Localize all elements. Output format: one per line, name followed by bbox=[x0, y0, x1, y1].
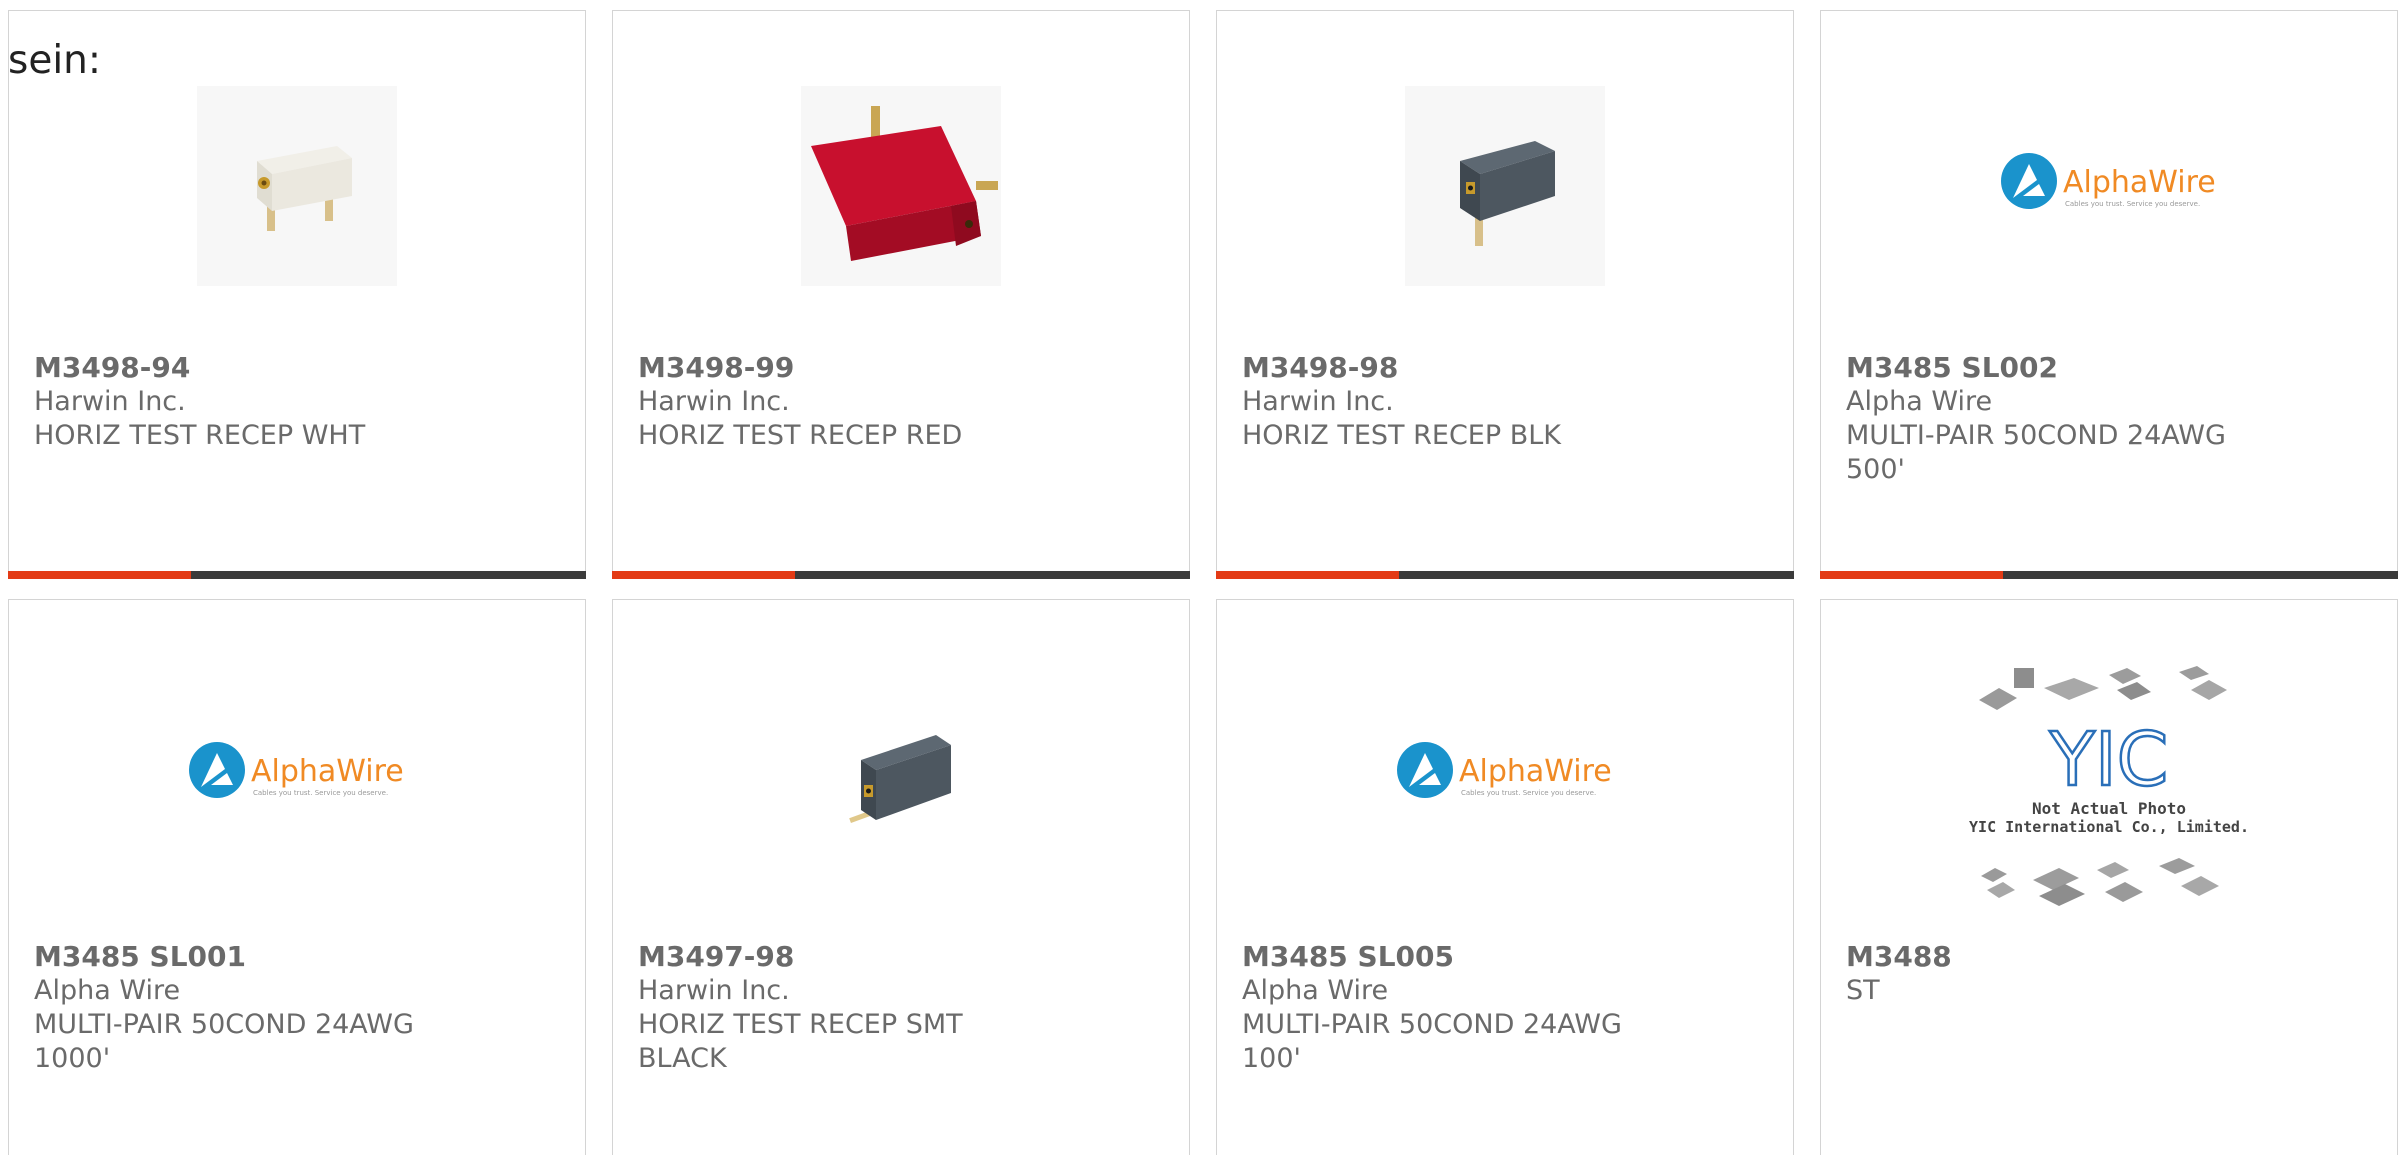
product-grid: M3498-94 Harwin Inc. HORIZ TEST RECEP WH… bbox=[8, 10, 2400, 1155]
part-number[interactable]: M3498-94 bbox=[34, 351, 454, 385]
black-smt-receptacle-image bbox=[801, 675, 1001, 875]
product-image[interactable] bbox=[9, 86, 585, 286]
card-bar bbox=[1216, 571, 1794, 579]
product-text: M3485 SL002 Alpha Wire MULTI-PAIR 50COND… bbox=[1846, 351, 2266, 487]
product-image[interactable]: AlphaWire Cables you trust. Service you … bbox=[9, 675, 585, 875]
product-text: M3485 SL001 Alpha Wire MULTI-PAIR 50COND… bbox=[34, 940, 454, 1076]
product-card[interactable]: AlphaWire Cables you trust. Service you … bbox=[8, 599, 586, 1155]
product-card[interactable]: M3498-98 Harwin Inc. HORIZ TEST RECEP BL… bbox=[1216, 10, 1794, 579]
product-card[interactable]: AlphaWire Cables you trust. Service you … bbox=[1820, 10, 2398, 579]
not-actual-photo-label: Not Actual Photo bbox=[2032, 799, 2186, 818]
manufacturer: Harwin Inc. bbox=[1242, 386, 1394, 417]
part-number[interactable]: M3485 SL002 bbox=[1846, 351, 2266, 385]
product-grid-page: sein: M3498-94 Harwin Inc. HORIZ TEST RE… bbox=[0, 0, 2400, 1155]
product-card[interactable]: YIC Not Actual Photo YIC International C… bbox=[1820, 599, 2398, 1155]
manufacturer: Alpha Wire bbox=[34, 975, 181, 1006]
yic-company-label: YIC International Co., Limited. bbox=[1969, 818, 2249, 836]
intro-text: sein: bbox=[8, 38, 102, 83]
alphawire-tagline: Cables you trust. Service you deserve. bbox=[253, 789, 388, 797]
alphawire-logo: AlphaWire Cables you trust. Service you … bbox=[2001, 153, 2216, 209]
card-bar bbox=[8, 571, 586, 579]
manufacturer: ST bbox=[1846, 975, 1880, 1006]
manufacturer: Harwin Inc. bbox=[638, 386, 790, 417]
red-test-receptacle-image bbox=[801, 86, 1001, 286]
card-bar-accent bbox=[1820, 571, 2003, 579]
product-text: M3485 SL005 Alpha Wire MULTI-PAIR 50COND… bbox=[1242, 940, 1662, 1076]
manufacturer: Alpha Wire bbox=[1242, 975, 1389, 1006]
card-bar bbox=[612, 571, 1190, 579]
card-bar-accent bbox=[1216, 571, 1399, 579]
yic-mark: YIC bbox=[2049, 717, 2169, 803]
alphawire-tagline: Cables you trust. Service you deserve. bbox=[1461, 789, 1596, 797]
description: HORIZ TEST RECEP RED bbox=[638, 420, 963, 451]
manufacturer: Harwin Inc. bbox=[638, 975, 790, 1006]
part-number[interactable]: M3488 bbox=[1846, 940, 2266, 974]
product-image[interactable] bbox=[613, 675, 1189, 875]
product-card[interactable]: AlphaWire Cables you trust. Service you … bbox=[1216, 599, 1794, 1155]
description: HORIZ TEST RECEP SMT BLACK bbox=[638, 1009, 963, 1074]
description: HORIZ TEST RECEP BLK bbox=[1242, 420, 1561, 451]
card-bar-accent bbox=[8, 571, 191, 579]
alphawire-logo: AlphaWire Cables you trust. Service you … bbox=[189, 742, 404, 798]
white-test-receptacle-image bbox=[197, 86, 397, 286]
description: MULTI-PAIR 50COND 24AWG 1000' bbox=[34, 1009, 414, 1074]
product-image[interactable] bbox=[1217, 86, 1793, 286]
black-test-receptacle-image bbox=[1405, 86, 1605, 286]
alphawire-name: AlphaWire bbox=[1459, 754, 1612, 789]
card-bar-accent bbox=[612, 571, 795, 579]
part-number[interactable]: M3497-98 bbox=[638, 940, 1058, 974]
description: MULTI-PAIR 50COND 24AWG 500' bbox=[1846, 420, 2226, 485]
product-card[interactable]: M3498-94 Harwin Inc. HORIZ TEST RECEP WH… bbox=[8, 10, 586, 579]
product-image[interactable]: AlphaWire Cables you trust. Service you … bbox=[1217, 675, 1793, 875]
card-bar bbox=[1820, 571, 2398, 579]
product-text: M3498-99 Harwin Inc. HORIZ TEST RECEP RE… bbox=[638, 351, 1058, 453]
product-card[interactable]: M3498-99 Harwin Inc. HORIZ TEST RECEP RE… bbox=[612, 10, 1190, 579]
alphawire-tagline: Cables you trust. Service you deserve. bbox=[2065, 200, 2200, 208]
product-text: M3497-98 Harwin Inc. HORIZ TEST RECEP SM… bbox=[638, 940, 1058, 1076]
alphawire-name: AlphaWire bbox=[2063, 165, 2216, 200]
part-number[interactable]: M3498-99 bbox=[638, 351, 1058, 385]
part-number[interactable]: M3485 SL005 bbox=[1242, 940, 1662, 974]
manufacturer: Alpha Wire bbox=[1846, 386, 1993, 417]
product-image[interactable]: YIC Not Actual Photo YIC International C… bbox=[1821, 660, 2397, 920]
alphawire-name: AlphaWire bbox=[251, 754, 404, 789]
product-image[interactable] bbox=[613, 86, 1189, 286]
manufacturer: Harwin Inc. bbox=[34, 386, 186, 417]
product-card[interactable]: M3497-98 Harwin Inc. HORIZ TEST RECEP SM… bbox=[612, 599, 1190, 1155]
product-text: M3498-94 Harwin Inc. HORIZ TEST RECEP WH… bbox=[34, 351, 454, 453]
description: MULTI-PAIR 50COND 24AWG 100' bbox=[1242, 1009, 1622, 1074]
product-text: M3488 ST bbox=[1846, 940, 2266, 1008]
alphawire-logo: AlphaWire Cables you trust. Service you … bbox=[1397, 742, 1612, 798]
description: HORIZ TEST RECEP WHT bbox=[34, 420, 366, 451]
part-number[interactable]: M3485 SL001 bbox=[34, 940, 454, 974]
product-text: M3498-98 Harwin Inc. HORIZ TEST RECEP BL… bbox=[1242, 351, 1662, 453]
product-image[interactable]: AlphaWire Cables you trust. Service you … bbox=[1821, 86, 2397, 286]
part-number[interactable]: M3498-98 bbox=[1242, 351, 1662, 385]
not-actual-photo-image: YIC Not Actual Photo YIC International C… bbox=[1969, 666, 2249, 906]
